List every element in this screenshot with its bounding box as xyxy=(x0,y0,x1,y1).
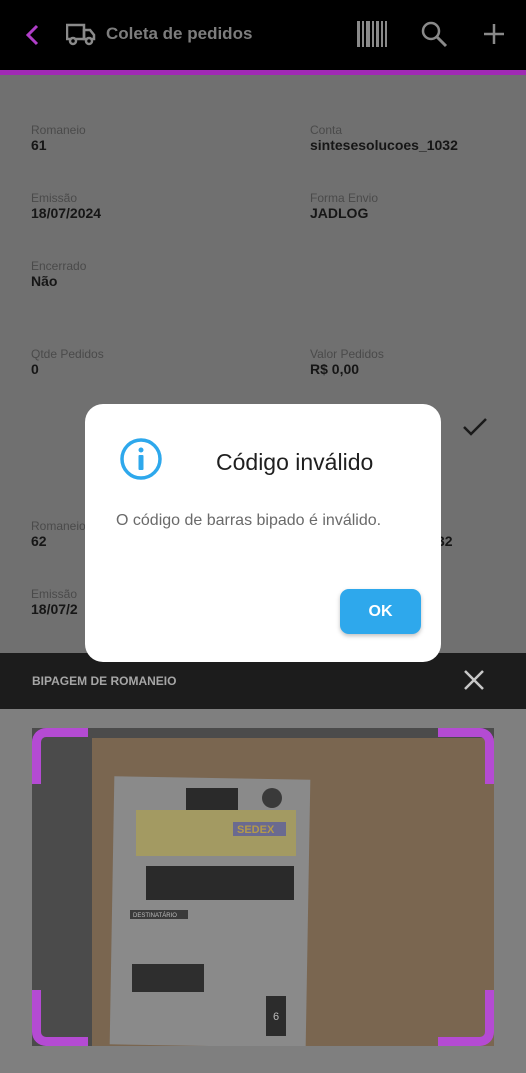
encerrado-value: Não xyxy=(31,273,58,289)
scan-frame-corner-br xyxy=(438,990,494,1046)
scan-frame-corner-tl xyxy=(32,728,88,784)
plus-icon[interactable] xyxy=(480,20,508,48)
destinatario-label: DESTINATÁRIO xyxy=(133,912,177,919)
scan-title: BIPAGEM DE ROMANEIO xyxy=(32,674,177,688)
valor-pedidos-label: Valor Pedidos xyxy=(310,347,384,361)
chevron-left-icon[interactable] xyxy=(22,22,44,48)
emissao-value: 18/07/2024 xyxy=(31,205,102,221)
app-bar: Coleta de pedidos xyxy=(0,0,526,72)
emissao-label: Emissão xyxy=(31,587,78,601)
sedex-label: SEDEX xyxy=(237,824,275,836)
conta-label: Conta xyxy=(310,123,343,137)
dialog-message: O código de barras bipado é inválido. xyxy=(116,512,382,529)
scan-frame-corner-tr xyxy=(438,728,494,784)
ok-button[interactable]: OK xyxy=(340,589,421,634)
qtde-pedidos-label: Qtde Pedidos xyxy=(31,347,104,361)
truck-icon xyxy=(65,20,96,48)
romaneio-value: 62 xyxy=(31,533,47,549)
package-number: 6 xyxy=(273,1011,279,1023)
barcode-icon[interactable] xyxy=(356,18,388,50)
forma-envio-label: Forma Envio xyxy=(310,191,379,205)
check-icon[interactable] xyxy=(462,416,488,438)
dialog-title: Código inválido xyxy=(216,449,374,475)
qtde-pedidos-value: 0 xyxy=(31,361,39,377)
camera-preview[interactable]: SEDEX DESTINATÁRIO 6 xyxy=(32,728,494,1046)
romaneio-label: Romaneio xyxy=(31,123,86,137)
romaneio-value: 61 xyxy=(31,137,47,153)
emissao-value: 18/07/2 xyxy=(31,601,78,617)
scan-frame-corner-bl xyxy=(32,990,88,1046)
emissao-label: Emissão xyxy=(31,191,78,205)
romaneio-label: Romaneio xyxy=(31,519,86,533)
forma-envio-value: JADLOG xyxy=(310,205,369,221)
valor-pedidos-value: R$ 0,00 xyxy=(310,361,360,377)
encerrado-label: Encerrado xyxy=(31,259,87,273)
info-icon xyxy=(118,436,164,482)
page-title: Coleta de pedidos xyxy=(106,24,253,43)
close-icon[interactable] xyxy=(462,668,486,692)
conta-value: sintesesolucoes_1032 xyxy=(310,137,458,153)
search-icon[interactable] xyxy=(420,20,448,48)
